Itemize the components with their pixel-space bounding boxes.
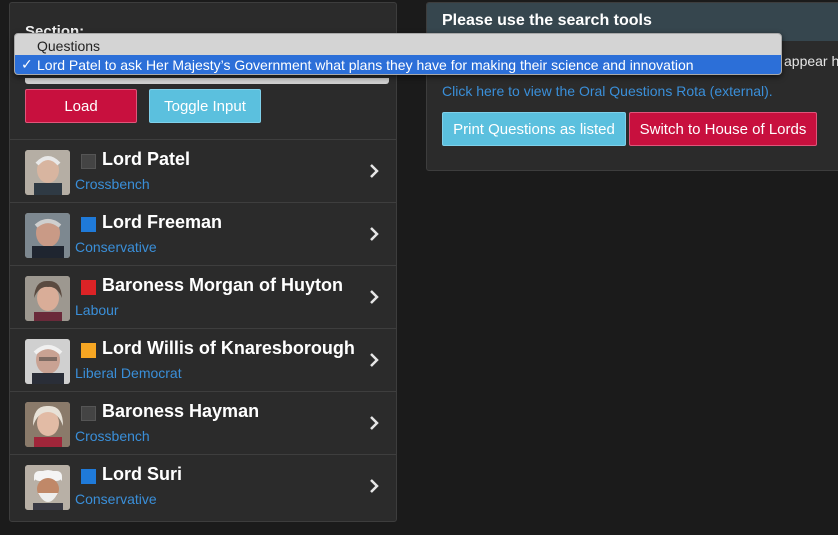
member-party: Conservative: [75, 491, 157, 507]
member-row[interactable]: Baroness Morgan of Huyton Labour: [10, 265, 396, 327]
toggle-input-button[interactable]: Toggle Input: [149, 89, 261, 123]
member-name: Lord Freeman: [102, 212, 223, 232]
member-row[interactable]: Lord Willis of Knaresborough Liberal Dem…: [10, 328, 396, 390]
dropdown-option-selected[interactable]: ✓ Lord Patel to ask Her Majesty’s Govern…: [15, 55, 781, 74]
party-color-swatch: [81, 343, 96, 358]
members-panel: Section: Load Toggle Input Lord Patel Cr…: [9, 2, 397, 522]
member-row[interactable]: Lord Freeman Conservative: [10, 202, 396, 264]
member-party: Conservative: [75, 239, 157, 255]
chevron-right-icon[interactable]: [366, 226, 382, 242]
member-list: Lord Patel Crossbench Lord Freeman Conse…: [10, 139, 396, 517]
print-questions-button[interactable]: Print Questions as listed: [442, 112, 626, 146]
member-party: Liberal Democrat: [75, 365, 182, 381]
member-row[interactable]: Baroness Hayman Crossbench: [10, 391, 396, 453]
member-name: Lord Suri: [102, 464, 182, 484]
switch-house-button[interactable]: Switch to House of Lords: [629, 112, 817, 146]
option-label: Questions: [37, 37, 101, 54]
chevron-right-icon[interactable]: [366, 478, 382, 494]
member-name: Lord Patel: [102, 149, 191, 169]
member-party: Crossbench: [75, 176, 150, 192]
party-color-swatch: [81, 217, 96, 232]
party-color-swatch: [81, 280, 96, 295]
chevron-right-icon[interactable]: [366, 415, 382, 431]
section-select[interactable]: [25, 78, 389, 84]
member-name: Baroness Morgan of Huyton: [102, 275, 344, 295]
option-label: Lord Patel to ask Her Majesty’s Governme…: [37, 56, 694, 73]
avatar: [25, 465, 70, 510]
panel-title: Please use the search tools: [442, 12, 652, 29]
member-row[interactable]: Lord Patel Crossbench: [10, 139, 396, 201]
member-name: Baroness Hayman: [102, 401, 260, 421]
oral-questions-rota-link[interactable]: Click here to view the Oral Questions Ro…: [442, 83, 773, 99]
party-color-swatch: [81, 469, 96, 484]
chevron-right-icon[interactable]: [366, 352, 382, 368]
member-party: Crossbench: [75, 428, 150, 444]
party-color-swatch: [81, 154, 96, 169]
avatar: [25, 150, 70, 195]
member-row[interactable]: Lord Suri Conservative: [10, 454, 396, 516]
member-party: Labour: [75, 302, 119, 318]
dropdown-option[interactable]: Questions: [15, 36, 781, 55]
avatar: [25, 213, 70, 258]
party-color-swatch: [81, 406, 96, 421]
load-button[interactable]: Load: [25, 89, 137, 123]
member-name: Lord Willis of Knaresborough: [102, 338, 355, 358]
chevron-right-icon[interactable]: [366, 289, 382, 305]
avatar: [25, 402, 70, 447]
instruction-text: appear he: [784, 53, 838, 69]
chevron-right-icon[interactable]: [366, 163, 382, 179]
section-dropdown-menu[interactable]: Questions ✓ Lord Patel to ask Her Majest…: [14, 33, 782, 75]
search-tools-panel: Please use the search tools appear he Cl…: [426, 2, 838, 171]
avatar: [25, 276, 70, 321]
avatar: [25, 339, 70, 384]
checkmark-icon: ✓: [21, 56, 33, 72]
